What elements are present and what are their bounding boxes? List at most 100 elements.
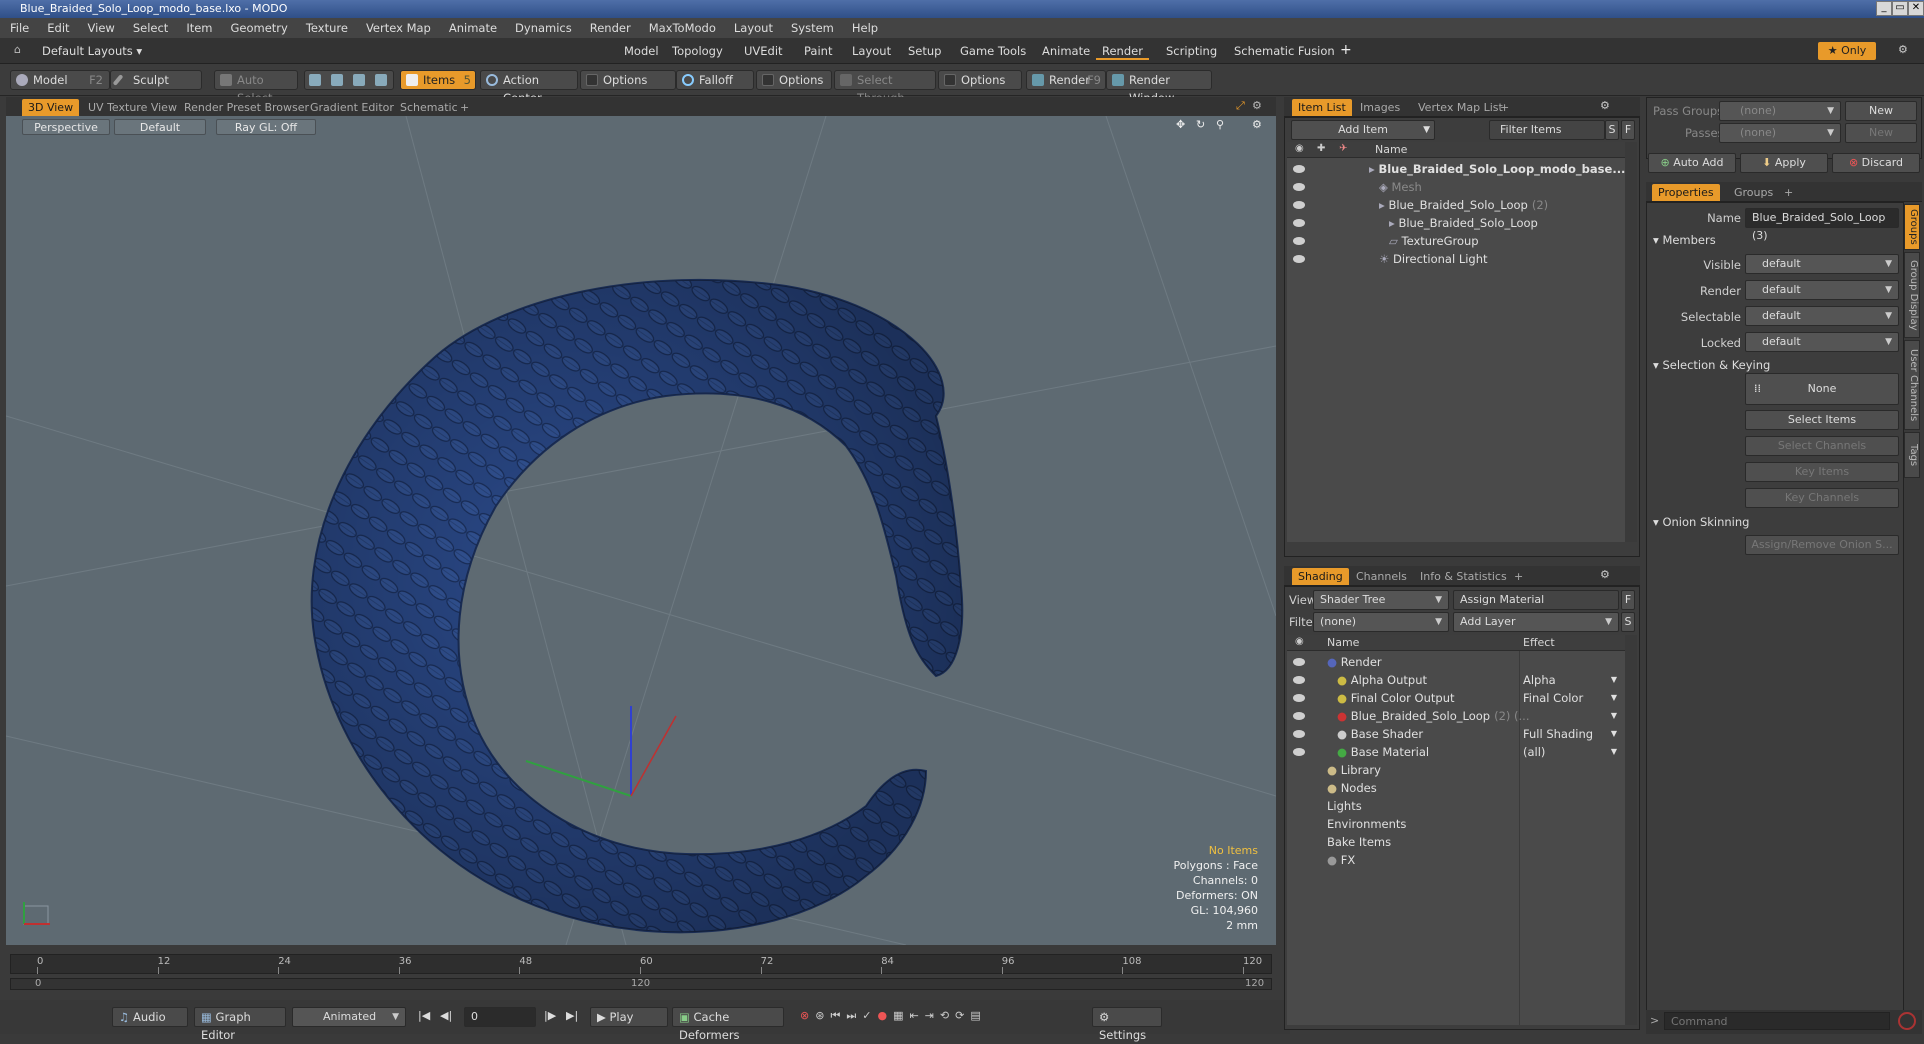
visibility-eye-icon[interactable] — [1293, 712, 1305, 720]
visibility-eye-icon[interactable] — [1293, 748, 1305, 756]
layout-tab-10[interactable]: Schematic Fusion — [1228, 42, 1341, 60]
item-list-gear-icon[interactable]: ⚙ — [1600, 99, 1610, 112]
auto-select-button[interactable]: Auto Select — [214, 70, 298, 105]
shader-row[interactable]: ● Render — [1327, 653, 1382, 671]
prtabs-tab-1[interactable]: Groups — [1728, 184, 1779, 201]
close-icon[interactable]: ✕ — [1908, 1, 1924, 16]
group-name-input[interactable]: Blue_Braided_Solo_Loop (3) — [1745, 208, 1899, 242]
menu-item-11[interactable]: MaxToModo — [649, 21, 716, 35]
falloff-button[interactable]: Falloff — [676, 70, 754, 90]
item-tree[interactable]: ◉ ✚ ✈ Name ▸ Blue_Braided_Solo_Loop_modo… — [1287, 142, 1625, 542]
menu-item-14[interactable]: Help — [852, 21, 878, 35]
shader-row[interactable]: ● Final Color Output — [1337, 689, 1455, 707]
filter-f-button[interactable]: F — [1621, 120, 1635, 140]
shader-effect[interactable]: Alpha ▼ — [1523, 671, 1619, 689]
none-button[interactable]: ⁞⁞ None — [1745, 373, 1899, 405]
menu-item-9[interactable]: Dynamics — [515, 21, 572, 35]
locked-dropdown[interactable]: default ▼ — [1745, 332, 1899, 352]
layout-tab-6[interactable]: Game Tools — [954, 42, 1032, 60]
visibility-eye-icon[interactable] — [1293, 183, 1305, 191]
rotate-view-icon[interactable]: ↻ — [1196, 118, 1205, 131]
key-icon[interactable]: ⊗ — [800, 1009, 809, 1023]
menu-item-3[interactable]: Select — [133, 21, 168, 35]
shtabs-tab-2[interactable]: Info & Statistics — [1414, 568, 1513, 585]
key-filter-icon[interactable]: ▦ — [893, 1009, 903, 1023]
shader-row[interactable]: ● Nodes — [1327, 779, 1377, 797]
animated-dropdown[interactable]: Animated ▼ — [292, 1007, 406, 1027]
filter-s-button[interactable]: S — [1605, 120, 1619, 140]
gear-icon[interactable]: ⚙ — [1898, 43, 1908, 56]
layout-tab-1[interactable]: Topology — [666, 42, 729, 60]
jump-next-icon[interactable]: ⇥ — [925, 1009, 934, 1023]
layout-tab-5[interactable]: Setup — [902, 42, 947, 60]
members-section[interactable]: ▾ Members — [1653, 233, 1716, 247]
auto-key-icon[interactable]: ⊛ — [815, 1009, 824, 1023]
filter-items-input[interactable]: Filter Items — [1489, 120, 1605, 140]
filter-dropdown[interactable]: (none) ▼ — [1313, 612, 1449, 632]
shader-effect[interactable]: Final Color ▼ — [1523, 689, 1619, 707]
menu-item-1[interactable]: Edit — [47, 21, 69, 35]
side-tab-0[interactable]: Groups — [1904, 204, 1920, 250]
menu-item-0[interactable]: File — [10, 21, 29, 35]
selection-keying-section[interactable]: ▾ Selection & Keying — [1653, 358, 1770, 372]
prtabs-add-tab-button[interactable]: + — [1778, 184, 1799, 201]
options-button-1[interactable]: Options — [580, 70, 676, 90]
settings-button[interactable]: ⚙ Settings — [1092, 1007, 1162, 1042]
layout-tab-8[interactable]: Render — [1096, 42, 1149, 60]
sculpt-button[interactable]: Sculpt — [110, 70, 202, 90]
shader-row[interactable]: Environments — [1327, 815, 1406, 833]
prev-frame-icon[interactable]: ◀| — [440, 1009, 452, 1022]
iltabs-add-tab-button[interactable]: + — [1494, 99, 1515, 116]
add-layout-button[interactable]: + — [1340, 42, 1352, 58]
side-tab-3[interactable]: Tags — [1904, 432, 1920, 478]
shader-row[interactable]: ● Library — [1327, 761, 1381, 779]
move-view-icon[interactable]: ✥ — [1176, 118, 1185, 131]
key-items-button[interactable]: Key Items — [1745, 462, 1899, 482]
polygon-mode-icon[interactable] — [353, 74, 365, 86]
apply-button[interactable]: ⬇ Apply — [1740, 153, 1828, 173]
side-tab-1[interactable]: Group Display — [1904, 252, 1920, 338]
item-row[interactable]: ☀ Directional Light — [1379, 250, 1488, 268]
perspective-dropdown[interactable]: Perspective — [22, 119, 110, 135]
shading-gear-icon[interactable]: ⚙ — [1600, 568, 1610, 581]
shtabs-add-tab-button[interactable]: + — [1508, 568, 1529, 585]
menu-item-2[interactable]: View — [88, 21, 115, 35]
vptabs-tab-0[interactable]: 3D View — [22, 99, 80, 116]
layout-tab-7[interactable]: Animate — [1036, 42, 1096, 60]
key-channels-button[interactable]: Key Channels — [1745, 488, 1899, 508]
only-button[interactable]: ★ Only — [1818, 42, 1876, 60]
select-channels-button[interactable]: Select Channels — [1745, 436, 1899, 456]
item-row[interactable]: ▸ Blue_Braided_Solo_Loop_modo_base... — [1369, 160, 1625, 178]
vptabs-tab-3[interactable]: Gradient Editor — [304, 99, 400, 116]
3d-viewport[interactable]: No Items Polygons : Face Channels: 0 Def… — [6, 116, 1276, 945]
audio-button[interactable]: ♫ Audio — [112, 1007, 188, 1027]
vptabs-tab-2[interactable]: Render Preset Browser — [178, 99, 315, 116]
selectable-dropdown[interactable]: default ▼ — [1745, 306, 1899, 326]
first-frame-icon[interactable]: |◀ — [418, 1009, 430, 1022]
minimize-icon[interactable]: _ — [1876, 1, 1892, 16]
options-button-3[interactable]: Options — [938, 70, 1022, 90]
menu-item-10[interactable]: Render — [590, 21, 631, 35]
assign-material-input[interactable]: Assign Material — [1453, 590, 1619, 610]
item-row[interactable]: ◈ Mesh — [1379, 178, 1422, 196]
model-button[interactable]: Model F2 — [10, 70, 110, 90]
menu-item-5[interactable]: Geometry — [231, 21, 288, 35]
zoom-view-icon[interactable]: ⚲ — [1216, 118, 1224, 131]
cache-deformers-button[interactable]: ▣ Cache Deformers — [672, 1007, 784, 1042]
shading-dropdown[interactable]: Default — [114, 119, 206, 135]
shader-row[interactable]: ● Blue_Braided_Solo_Loop (2) (... — [1337, 707, 1530, 725]
timeline-ruler[interactable]: 0 12 24 36 48 60 72 84 96 108 120 — [10, 954, 1272, 974]
layout-tab-3[interactable]: Paint — [798, 42, 838, 60]
prev-key-icon[interactable]: ⏮ — [830, 1009, 840, 1023]
options-button-2[interactable]: Options — [756, 70, 832, 90]
auto-add-button[interactable]: ⊕ Auto Add — [1648, 153, 1736, 173]
shader-row[interactable]: Lights — [1327, 797, 1362, 815]
frame-input[interactable]: 0 — [464, 1007, 536, 1027]
home-icon[interactable]: ⌂ — [14, 43, 21, 56]
play-button[interactable]: ▶ Play — [590, 1007, 668, 1027]
menu-item-13[interactable]: System — [791, 21, 834, 35]
menu-item-12[interactable]: Layout — [734, 21, 773, 35]
iltabs-tab-0[interactable]: Item List — [1292, 99, 1352, 116]
iltabs-tab-1[interactable]: Images — [1354, 99, 1406, 116]
item-row[interactable]: ▸ Blue_Braided_Solo_Loop (2) — [1379, 196, 1548, 214]
